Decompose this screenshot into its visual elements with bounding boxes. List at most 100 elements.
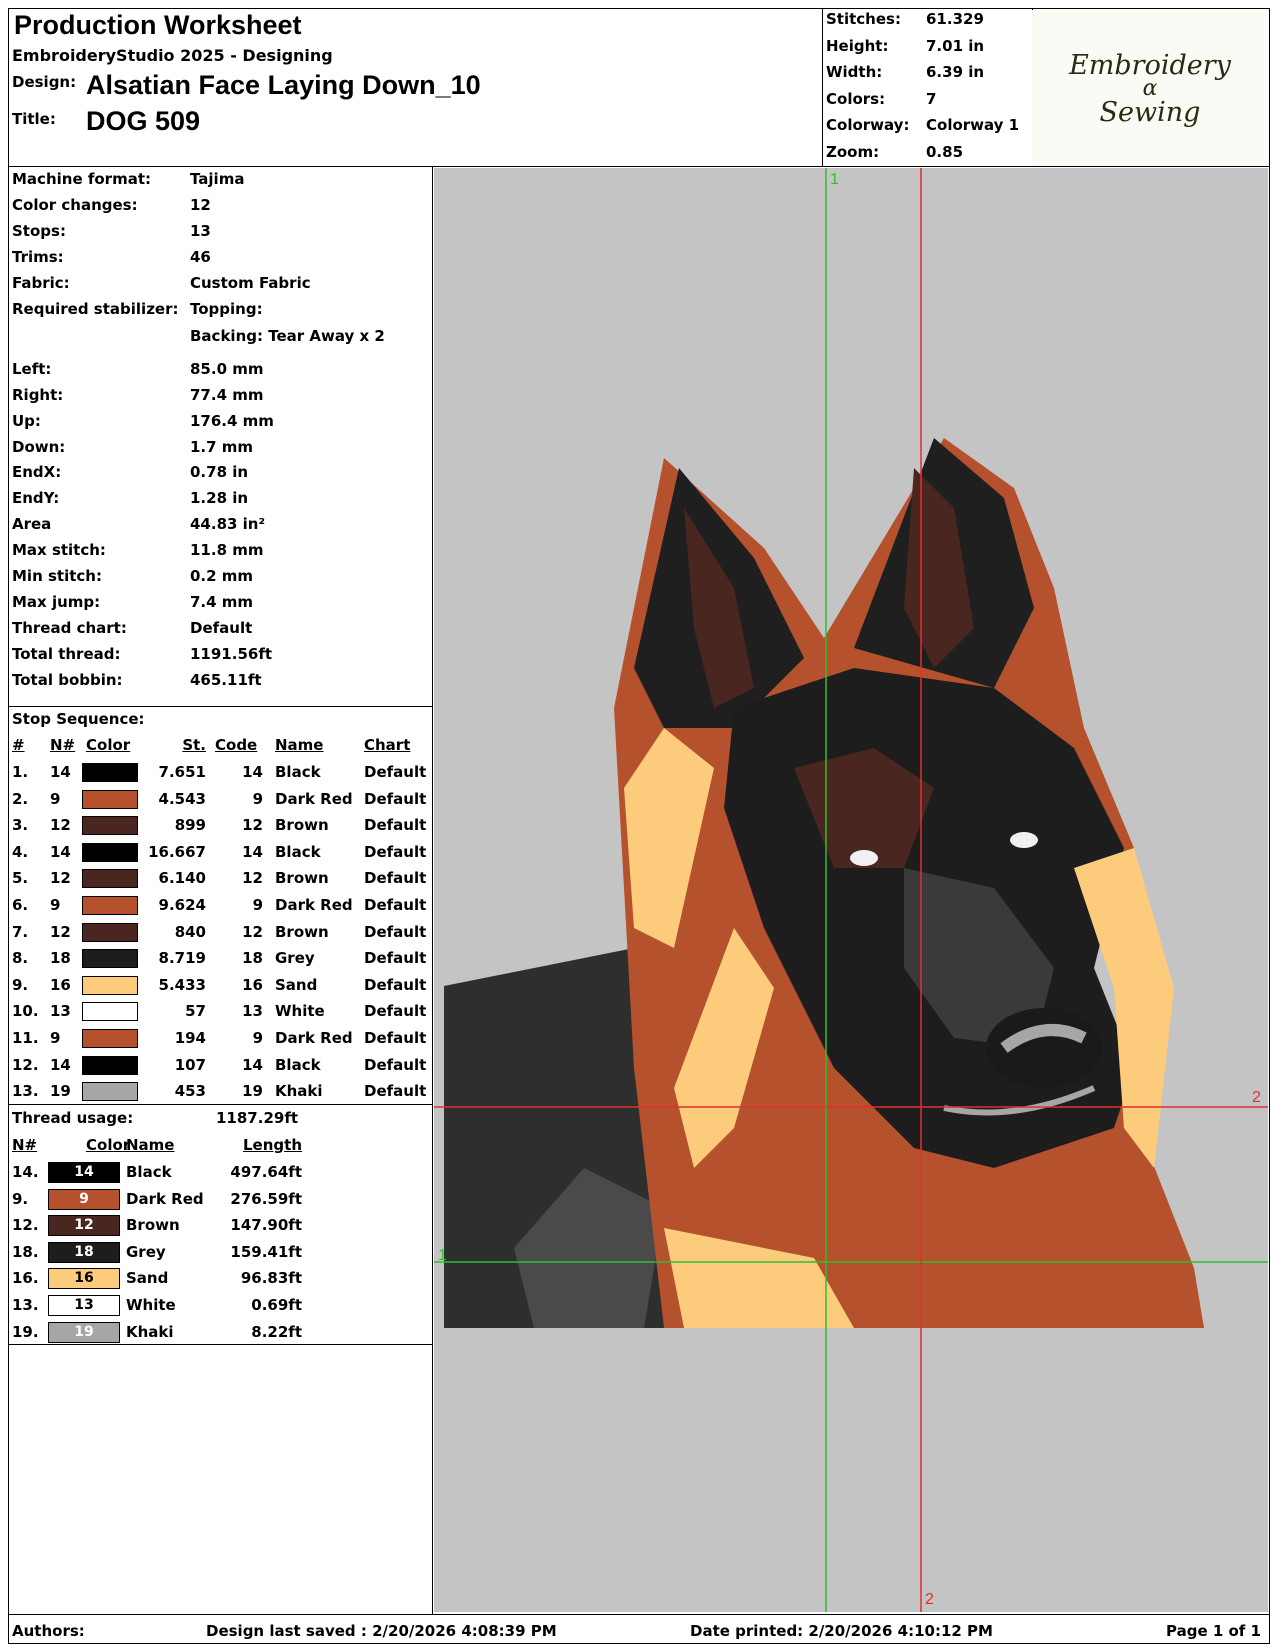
detail-value: 0.78 in xyxy=(190,463,249,481)
detail-label: Trims: xyxy=(12,248,64,266)
stop-code: 13 xyxy=(242,1002,263,1021)
stop-code: 9 xyxy=(252,1029,263,1047)
usage-length: 96.83ft xyxy=(240,1269,302,1288)
guide-label: 2 xyxy=(1252,1089,1261,1106)
divider xyxy=(432,166,433,1614)
usage-length: 0.69ft xyxy=(251,1296,302,1314)
stop-code: 16 xyxy=(242,975,263,994)
design-label: Design: xyxy=(12,73,77,91)
detail-label: Max jump: xyxy=(12,593,101,611)
stop-index: 13. xyxy=(12,1082,39,1101)
stop-stitches: 5.433 xyxy=(158,975,206,994)
stop-index: 6. xyxy=(12,896,29,914)
thread-usage-total: 1187.29ft xyxy=(216,1109,299,1127)
usage-name: White xyxy=(126,1296,176,1314)
detail-value: 44.83 in² xyxy=(190,515,266,533)
detail-value: 176.4 mm xyxy=(190,412,274,430)
color-swatch xyxy=(82,896,138,915)
usage-needle: 16. xyxy=(12,1269,39,1288)
detail-label: Total bobbin: xyxy=(12,671,123,689)
stop-stitches: 899 xyxy=(174,816,206,835)
stop-stitches: 9.624 xyxy=(158,896,206,914)
detail-label: Max stitch: xyxy=(12,541,106,559)
detail-label: Total thread: xyxy=(12,645,121,663)
right-eye xyxy=(1010,832,1038,848)
footer-date-printed: Date printed: 2/20/2026 4:10:12 PM xyxy=(690,1622,993,1640)
thread-usage-title: Thread usage: xyxy=(12,1109,134,1127)
stop-code: 14 xyxy=(242,842,263,861)
stop-code: 9 xyxy=(252,789,263,808)
stop-stitches: 16.667 xyxy=(148,842,206,861)
detail-label: Area xyxy=(12,515,52,533)
usage-needle: 13. xyxy=(12,1296,39,1314)
detail-label: EndX: xyxy=(12,463,62,481)
color-swatch xyxy=(82,842,138,862)
stop-index: 1. xyxy=(12,763,29,781)
summary-label: Stitches: xyxy=(826,10,901,28)
stop-needle: 18 xyxy=(50,949,71,968)
color-swatch xyxy=(82,763,138,782)
col-header-code: Code xyxy=(215,736,258,754)
detail-value: 85.0 mm xyxy=(190,360,264,378)
stop-needle: 16 xyxy=(50,975,71,994)
stop-needle: 12 xyxy=(50,922,71,941)
stop-name: White xyxy=(275,1002,325,1021)
divider xyxy=(8,706,432,707)
page-title: Production Worksheet xyxy=(14,10,302,40)
detail-value: 77.4 mm xyxy=(190,386,264,404)
stop-name: Black xyxy=(275,842,321,861)
stop-chart: Default xyxy=(364,975,427,994)
stop-stitches: 194 xyxy=(174,1029,206,1047)
stop-chart: Default xyxy=(364,1082,427,1101)
detail-label: Color changes: xyxy=(12,196,138,214)
summary-label: Colorway: xyxy=(826,116,910,134)
summary-value: Colorway 1 xyxy=(926,116,1020,134)
stop-needle: 13 xyxy=(50,1002,71,1021)
stop-code: 12 xyxy=(242,816,263,835)
color-swatch xyxy=(82,922,138,942)
detail-value: 1.28 in xyxy=(190,489,249,507)
usage-length: 497.64ft xyxy=(230,1163,302,1181)
divider xyxy=(8,166,1270,167)
detail-label: Min stitch: xyxy=(12,567,102,585)
usage-needle: 12. xyxy=(12,1216,39,1235)
design-preview[interactable]: 1 1 2 2 xyxy=(434,168,1268,1612)
usage-length: 276.59ft xyxy=(230,1189,302,1208)
col-header-name: Name xyxy=(126,1136,175,1154)
preview-canvas: 1 1 2 2 xyxy=(434,168,1268,1612)
stop-chart: Default xyxy=(364,896,427,914)
col-header-name: Name xyxy=(275,736,324,754)
color-badge: 16 xyxy=(48,1268,120,1290)
color-swatch xyxy=(82,816,138,836)
divider xyxy=(822,8,823,166)
stop-code: 12 xyxy=(242,922,263,941)
stop-chart: Default xyxy=(364,816,427,835)
detail-value: Backing: Tear Away x 2 xyxy=(190,327,385,345)
color-badge: 18 xyxy=(48,1241,120,1263)
detail-label: Left: xyxy=(12,360,52,378)
design-name: Alsatian Face Laying Down_10 xyxy=(86,70,481,100)
stop-stitches: 4.543 xyxy=(158,789,206,808)
color-swatch xyxy=(82,1029,138,1048)
guide-label: 2 xyxy=(925,1591,934,1608)
stop-stitches: 107 xyxy=(174,1055,206,1074)
footer-authors: Authors: xyxy=(12,1622,85,1640)
detail-label: Right: xyxy=(12,386,64,404)
stop-chart: Default xyxy=(364,1055,427,1074)
logo-line: Sewing xyxy=(1099,97,1201,128)
stop-chart: Default xyxy=(364,869,427,888)
stop-code: 18 xyxy=(242,949,263,968)
color-swatch xyxy=(82,1002,138,1022)
stop-needle: 12 xyxy=(50,869,71,888)
stop-stitches: 8.719 xyxy=(158,949,206,968)
usage-length: 147.90ft xyxy=(230,1216,302,1235)
usage-name: Dark Red xyxy=(126,1189,204,1208)
stop-code: 12 xyxy=(242,869,263,888)
stop-needle: 9 xyxy=(50,896,61,914)
stop-chart: Default xyxy=(364,763,427,781)
stop-name: Khaki xyxy=(275,1082,323,1101)
detail-label: EndY: xyxy=(12,489,60,507)
detail-value: 7.4 mm xyxy=(190,593,254,611)
col-header-needle: N# xyxy=(12,1136,38,1154)
summary-label: Zoom: xyxy=(826,142,880,161)
